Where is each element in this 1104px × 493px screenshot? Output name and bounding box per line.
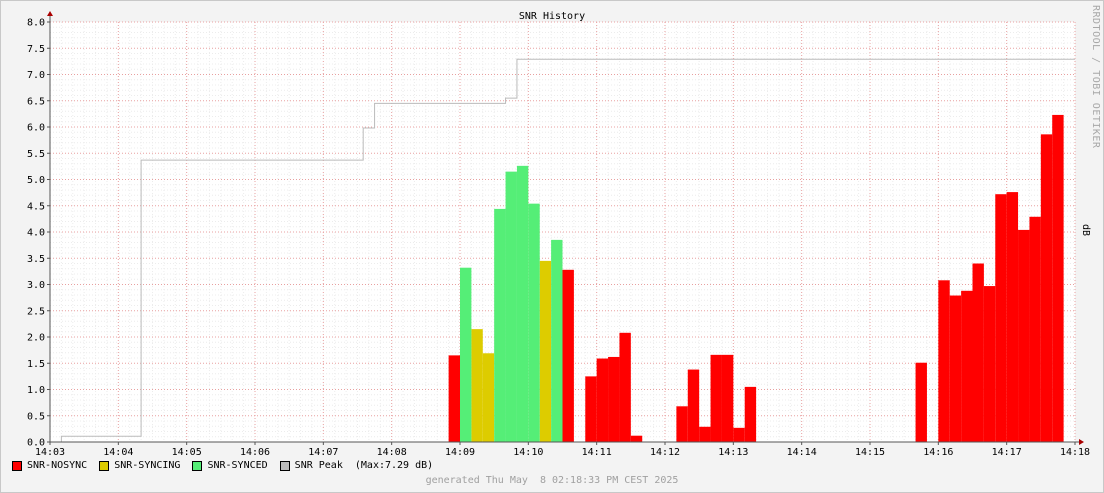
y-tick-label: 6.0 bbox=[27, 123, 45, 134]
generated-footer: generated Thu May 8 02:18:33 PM CEST 202… bbox=[425, 475, 679, 486]
x-tick-label: 14:17 bbox=[992, 447, 1022, 458]
bar-snr-nosync bbox=[608, 356, 620, 442]
bar-snr-nosync bbox=[596, 358, 609, 442]
legend-label: SNR-SYNCED bbox=[207, 460, 268, 471]
y-tick-label: 5.5 bbox=[27, 149, 45, 160]
y-tick-label: 1.0 bbox=[27, 385, 45, 396]
y-axis-arrow bbox=[47, 11, 53, 16]
bar-snr-nosync bbox=[938, 280, 950, 442]
y-tick-label: 3.0 bbox=[27, 280, 45, 291]
chart-title: SNR History bbox=[519, 11, 585, 22]
bar-snr-synced bbox=[505, 171, 517, 442]
bar-snr-syncing bbox=[539, 260, 552, 442]
legend-swatch bbox=[12, 460, 22, 471]
bar-snr-nosync bbox=[562, 269, 574, 442]
y-tick-label: 4.5 bbox=[27, 201, 45, 212]
y-tick-label: 6.5 bbox=[27, 96, 45, 107]
x-tick-label: 14:05 bbox=[172, 447, 202, 458]
bar-snr-nosync bbox=[1040, 134, 1053, 442]
y-tick-label: 2.5 bbox=[27, 306, 45, 317]
bar-snr-nosync bbox=[585, 376, 597, 442]
x-tick-label: 14:08 bbox=[377, 447, 407, 458]
bar-snr-nosync bbox=[448, 355, 460, 442]
bar-snr-nosync bbox=[619, 332, 631, 442]
legend-label: SNR Peak (Max:7.29 dB) bbox=[294, 460, 434, 471]
x-tick-label: 14:12 bbox=[650, 447, 680, 458]
x-tick-label: 14:09 bbox=[445, 447, 475, 458]
legend-swatch bbox=[192, 460, 203, 471]
y-tick-label: 7.0 bbox=[27, 70, 45, 81]
snr-history-chart: 0.00.51.01.52.02.53.03.54.04.55.05.56.06… bbox=[27, 11, 1090, 458]
x-tick-label: 14:11 bbox=[582, 447, 612, 458]
bar-snr-nosync bbox=[699, 426, 711, 442]
legend-item: SNR-NOSYNC bbox=[12, 460, 87, 471]
bar-snr-syncing bbox=[482, 353, 495, 442]
bar-snr-nosync bbox=[983, 286, 996, 442]
bar-snr-nosync bbox=[1018, 229, 1030, 442]
x-tick-label: 14:06 bbox=[240, 447, 270, 458]
legend-item: SNR-SYNCED bbox=[192, 460, 268, 471]
bar-snr-nosync bbox=[995, 194, 1007, 442]
x-axis-arrow bbox=[1079, 439, 1084, 445]
bar-snr-synced bbox=[516, 165, 529, 442]
bar-snr-nosync bbox=[1006, 192, 1019, 442]
bar-snr-nosync bbox=[915, 362, 927, 442]
bar-snr-nosync bbox=[1052, 114, 1064, 443]
bar-snr-nosync bbox=[687, 369, 700, 442]
bar-snr-nosync bbox=[710, 354, 722, 442]
y-tick-label: 3.5 bbox=[27, 254, 45, 265]
x-tick-label: 14:14 bbox=[787, 447, 817, 458]
x-tick-label: 14:03 bbox=[35, 447, 65, 458]
bar-snr-nosync bbox=[972, 263, 984, 442]
legend-item: SNR-SYNCING bbox=[99, 460, 180, 471]
x-tick-label: 14:18 bbox=[1060, 447, 1090, 458]
legend-swatch bbox=[99, 460, 110, 471]
x-tick-label: 14:16 bbox=[923, 447, 953, 458]
y-axis-label: dB bbox=[1080, 224, 1091, 237]
y-tick-label: 1.5 bbox=[27, 359, 45, 370]
x-tick-label: 14:07 bbox=[308, 447, 338, 458]
y-tick-label: 0.5 bbox=[27, 411, 45, 422]
bar-snr-nosync bbox=[630, 435, 643, 442]
legend-item: SNR Peak (Max:7.29 dB) bbox=[279, 460, 434, 471]
bar-snr-nosync bbox=[733, 427, 745, 442]
x-tick-label: 14:15 bbox=[855, 447, 885, 458]
bar-snr-nosync bbox=[961, 290, 973, 442]
legend: SNR-NOSYNC SNR-SYNCING SNR-SYNCED SNR Peak … bbox=[12, 460, 433, 471]
y-tick-label: 4.0 bbox=[27, 228, 45, 239]
legend-label: SNR-SYNCING bbox=[114, 460, 181, 471]
y-tick-label: 7.5 bbox=[27, 44, 45, 55]
watermark: RRDTOOL / TOBI OETIKER bbox=[1090, 5, 1101, 149]
y-tick-label: 8.0 bbox=[27, 18, 45, 29]
y-tick-label: 5.0 bbox=[27, 175, 45, 186]
bar-snr-nosync bbox=[744, 386, 757, 442]
bar-snr-syncing bbox=[471, 329, 483, 442]
x-tick-label: 14:10 bbox=[513, 447, 543, 458]
bar-snr-nosync bbox=[949, 295, 962, 442]
bar-snr-nosync bbox=[676, 406, 688, 442]
bar-snr-synced bbox=[460, 267, 472, 442]
x-tick-label: 14:13 bbox=[718, 447, 748, 458]
y-tick-label: 2.0 bbox=[27, 333, 45, 344]
bar-snr-nosync bbox=[1029, 216, 1041, 442]
bar-snr-synced bbox=[551, 239, 563, 442]
x-tick-label: 14:04 bbox=[103, 447, 133, 458]
legend-swatch bbox=[279, 460, 290, 471]
legend-label: SNR-NOSYNC bbox=[27, 460, 88, 471]
bar-snr-synced bbox=[528, 203, 540, 442]
bar-snr-synced bbox=[494, 208, 506, 442]
bar-snr-nosync bbox=[721, 354, 734, 442]
